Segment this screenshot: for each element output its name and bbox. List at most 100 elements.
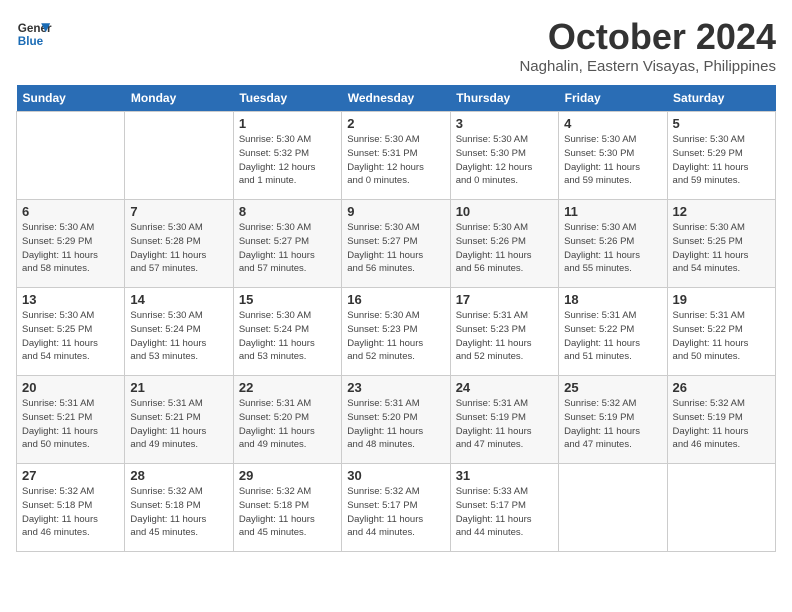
day-number: 26	[673, 380, 770, 395]
day-number: 3	[456, 116, 553, 131]
day-number: 10	[456, 204, 553, 219]
day-info: Sunrise: 5:30 AM Sunset: 5:23 PM Dayligh…	[347, 309, 444, 364]
calendar-cell: 15 Sunrise: 5:30 AM Sunset: 5:24 PM Dayli…	[233, 288, 341, 376]
calendar-cell: 6Sunrise: 5:30 AM Sunset: 5:29 PM Daylig…	[17, 200, 125, 288]
day-header-friday: Friday	[559, 85, 667, 112]
calendar-cell: 5 Sunrise: 5:30 AM Sunset: 5:29 PM Daylig…	[667, 112, 775, 200]
day-number: 14	[130, 292, 227, 307]
calendar-cell: 2Sunrise: 5:30 AM Sunset: 5:31 PM Daylig…	[342, 112, 450, 200]
day-number: 12	[673, 204, 770, 219]
day-info: Sunrise: 5:30 AM Sunset: 5:27 PM Dayligh…	[239, 221, 336, 276]
calendar-cell: 26Sunrise: 5:32 AM Sunset: 5:19 PM Dayli…	[667, 376, 775, 464]
day-info: Sunrise: 5:31 AM Sunset: 5:19 PM Dayligh…	[456, 397, 553, 452]
day-info: Sunrise: 5:31 AM Sunset: 5:21 PM Dayligh…	[22, 397, 119, 452]
day-number: 1	[239, 116, 336, 131]
day-number: 20	[22, 380, 119, 395]
day-number: 19	[673, 292, 770, 307]
day-number: 31	[456, 468, 553, 483]
calendar-cell: 24 Sunrise: 5:31 AM Sunset: 5:19 PM Dayli…	[450, 376, 558, 464]
day-number: 7	[130, 204, 227, 219]
day-info: Sunrise: 5:30 AM Sunset: 5:29 PM Dayligh…	[673, 133, 770, 188]
day-info: Sunrise: 5:32 AM Sunset: 5:18 PM Dayligh…	[239, 485, 336, 540]
day-info: Sunrise: 5:30 AM Sunset: 5:30 PM Dayligh…	[564, 133, 661, 188]
day-number: 13	[22, 292, 119, 307]
calendar-cell: 4 Sunrise: 5:30 AM Sunset: 5:30 PM Daylig…	[559, 112, 667, 200]
logo-icon: General Blue	[16, 16, 52, 52]
day-info: Sunrise: 5:30 AM Sunset: 5:29 PM Dayligh…	[22, 221, 119, 276]
day-info: Sunrise: 5:30 AM Sunset: 5:26 PM Dayligh…	[456, 221, 553, 276]
day-number: 21	[130, 380, 227, 395]
day-info: Sunrise: 5:30 AM Sunset: 5:27 PM Dayligh…	[347, 221, 444, 276]
location-title: Naghalin, Eastern Visayas, Philippines	[519, 58, 776, 75]
calendar-cell	[667, 464, 775, 552]
day-number: 17	[456, 292, 553, 307]
title-area: October 2024 Naghalin, Eastern Visayas, …	[519, 16, 776, 75]
day-number: 15	[239, 292, 336, 307]
calendar-week-4: 20 Sunrise: 5:31 AM Sunset: 5:21 PM Dayli…	[17, 376, 776, 464]
day-number: 30	[347, 468, 444, 483]
day-info: Sunrise: 5:31 AM Sunset: 5:20 PM Dayligh…	[347, 397, 444, 452]
day-info: Sunrise: 5:30 AM Sunset: 5:32 PM Dayligh…	[239, 133, 336, 188]
day-number: 29	[239, 468, 336, 483]
calendar-cell: 10 Sunrise: 5:30 AM Sunset: 5:26 PM Dayli…	[450, 200, 558, 288]
calendar-cell: 18 Sunrise: 5:31 AM Sunset: 5:22 PM Dayli…	[559, 288, 667, 376]
calendar-cell	[559, 464, 667, 552]
calendar-cell: 30 Sunrise: 5:32 AM Sunset: 5:17 PM Dayli…	[342, 464, 450, 552]
calendar-cell: 16 Sunrise: 5:30 AM Sunset: 5:23 PM Dayli…	[342, 288, 450, 376]
svg-text:Blue: Blue	[18, 35, 44, 48]
calendar-cell	[125, 112, 233, 200]
calendar-cell: 28 Sunrise: 5:32 AM Sunset: 5:18 PM Dayli…	[125, 464, 233, 552]
day-info: Sunrise: 5:32 AM Sunset: 5:18 PM Dayligh…	[130, 485, 227, 540]
calendar-cell: 31 Sunrise: 5:33 AM Sunset: 5:17 PM Dayli…	[450, 464, 558, 552]
calendar-cell: 29 Sunrise: 5:32 AM Sunset: 5:18 PM Dayli…	[233, 464, 341, 552]
day-number: 5	[673, 116, 770, 131]
day-number: 25	[564, 380, 661, 395]
calendar-week-2: 6Sunrise: 5:30 AM Sunset: 5:29 PM Daylig…	[17, 200, 776, 288]
calendar-cell: 7Sunrise: 5:30 AM Sunset: 5:28 PM Daylig…	[125, 200, 233, 288]
day-info: Sunrise: 5:30 AM Sunset: 5:30 PM Dayligh…	[456, 133, 553, 188]
day-number: 24	[456, 380, 553, 395]
day-number: 11	[564, 204, 661, 219]
day-info: Sunrise: 5:30 AM Sunset: 5:24 PM Dayligh…	[130, 309, 227, 364]
calendar-cell: 19Sunrise: 5:31 AM Sunset: 5:22 PM Dayli…	[667, 288, 775, 376]
day-info: Sunrise: 5:32 AM Sunset: 5:17 PM Dayligh…	[347, 485, 444, 540]
day-info: Sunrise: 5:33 AM Sunset: 5:17 PM Dayligh…	[456, 485, 553, 540]
day-info: Sunrise: 5:31 AM Sunset: 5:22 PM Dayligh…	[564, 309, 661, 364]
day-info: Sunrise: 5:30 AM Sunset: 5:25 PM Dayligh…	[22, 309, 119, 364]
day-info: Sunrise: 5:31 AM Sunset: 5:21 PM Dayligh…	[130, 397, 227, 452]
page-header: General Blue October 2024 Naghalin, East…	[16, 16, 776, 75]
calendar-cell: 21 Sunrise: 5:31 AM Sunset: 5:21 PM Dayli…	[125, 376, 233, 464]
calendar-cell: 17 Sunrise: 5:31 AM Sunset: 5:23 PM Dayli…	[450, 288, 558, 376]
day-info: Sunrise: 5:31 AM Sunset: 5:23 PM Dayligh…	[456, 309, 553, 364]
calendar-week-5: 27Sunrise: 5:32 AM Sunset: 5:18 PM Dayli…	[17, 464, 776, 552]
day-info: Sunrise: 5:30 AM Sunset: 5:26 PM Dayligh…	[564, 221, 661, 276]
calendar-cell: 12 Sunrise: 5:30 AM Sunset: 5:25 PM Dayli…	[667, 200, 775, 288]
calendar-cell: 14 Sunrise: 5:30 AM Sunset: 5:24 PM Dayli…	[125, 288, 233, 376]
calendar-week-3: 13 Sunrise: 5:30 AM Sunset: 5:25 PM Dayli…	[17, 288, 776, 376]
logo: General Blue	[16, 16, 52, 52]
day-header-tuesday: Tuesday	[233, 85, 341, 112]
day-header-sunday: Sunday	[17, 85, 125, 112]
day-number: 18	[564, 292, 661, 307]
day-info: Sunrise: 5:30 AM Sunset: 5:24 PM Dayligh…	[239, 309, 336, 364]
day-number: 28	[130, 468, 227, 483]
calendar-cell: 27Sunrise: 5:32 AM Sunset: 5:18 PM Dayli…	[17, 464, 125, 552]
day-info: Sunrise: 5:31 AM Sunset: 5:20 PM Dayligh…	[239, 397, 336, 452]
day-header-thursday: Thursday	[450, 85, 558, 112]
day-info: Sunrise: 5:30 AM Sunset: 5:25 PM Dayligh…	[673, 221, 770, 276]
day-number: 4	[564, 116, 661, 131]
month-title: October 2024	[519, 16, 776, 58]
day-number: 9	[347, 204, 444, 219]
day-number: 23	[347, 380, 444, 395]
day-info: Sunrise: 5:32 AM Sunset: 5:18 PM Dayligh…	[22, 485, 119, 540]
day-number: 22	[239, 380, 336, 395]
calendar-cell: 23 Sunrise: 5:31 AM Sunset: 5:20 PM Dayli…	[342, 376, 450, 464]
calendar-cell: 9 Sunrise: 5:30 AM Sunset: 5:27 PM Daylig…	[342, 200, 450, 288]
day-number: 8	[239, 204, 336, 219]
header-row: SundayMondayTuesdayWednesdayThursdayFrid…	[17, 85, 776, 112]
calendar-table: SundayMondayTuesdayWednesdayThursdayFrid…	[16, 85, 776, 552]
day-header-monday: Monday	[125, 85, 233, 112]
day-info: Sunrise: 5:30 AM Sunset: 5:31 PM Dayligh…	[347, 133, 444, 188]
day-number: 16	[347, 292, 444, 307]
calendar-cell: 3 Sunrise: 5:30 AM Sunset: 5:30 PM Daylig…	[450, 112, 558, 200]
